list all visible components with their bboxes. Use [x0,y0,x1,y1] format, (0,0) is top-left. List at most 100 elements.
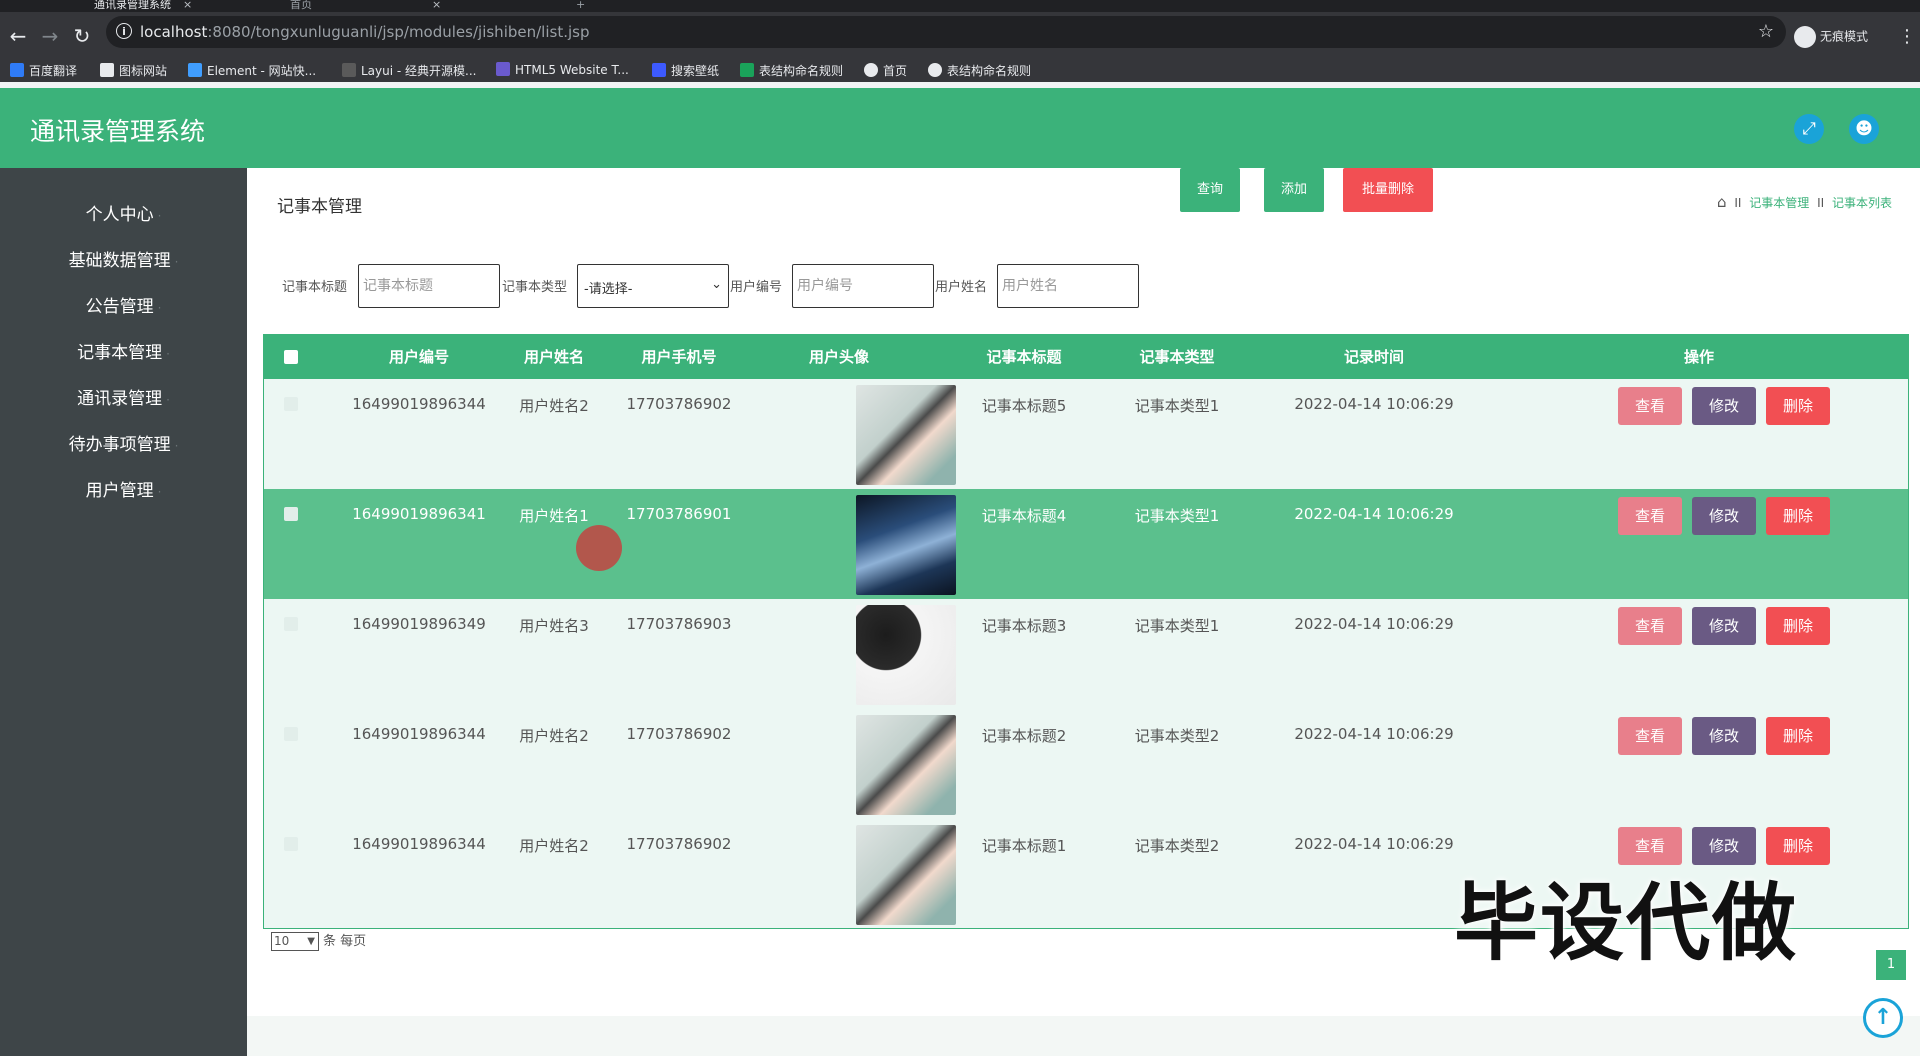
bookmark-item[interactable]: 表结构命名规则 [740,62,843,79]
bookmark-item[interactable]: 搜索壁纸 [652,62,719,79]
view-button[interactable]: 查看 [1618,497,1682,535]
cell-user-no: 16499019896344 [352,395,486,413]
bookmark-item[interactable]: HTML5 Website T... [496,62,629,77]
col-header[interactable]: 记事本类型 [1092,335,1262,379]
bookmark-item[interactable]: Element - 网站快... [188,62,316,79]
sidebar-item-announcements[interactable]: 公告管理 · [0,292,247,317]
delete-button[interactable]: 删除 [1766,607,1830,645]
bookmark-item[interactable]: 图标网站 [100,62,167,79]
cell-type: 记事本类型1 [1134,507,1220,525]
cell-time: 2022-04-14 10:06:29 [1294,505,1454,523]
row-checkbox[interactable] [284,507,298,521]
cell-phone: 17703786902 [626,725,732,743]
username-filter-input[interactable] [997,264,1139,308]
col-header[interactable]: 记录时间 [1274,335,1474,379]
page-number-button[interactable]: 1 [1876,950,1906,980]
fullscreen-icon[interactable]: ⤢ [1794,114,1824,144]
table-row[interactable]: 16499019896344 用户姓名2 17703786902 记事本标题2 … [264,709,1908,819]
delete-button[interactable]: 删除 [1766,387,1830,425]
cell-phone: 17703786902 [626,395,732,413]
col-header[interactable]: 用户手机号 [594,335,764,379]
incognito-icon [1794,26,1816,48]
cell-title: 记事本标题2 [981,727,1067,745]
sidebar-item-contacts[interactable]: 通讯录管理 · [0,384,247,409]
browser-menu-icon[interactable]: ⋮ [1898,26,1916,47]
bookmark-star-icon[interactable]: ☆ [1758,21,1774,42]
cell-title: 记事本标题3 [981,617,1067,635]
page-size-select[interactable]: 10 ▼ [271,932,319,951]
add-button[interactable]: 添加 [1264,168,1324,212]
sidebar-item-todo[interactable]: 待办事项管理 · [0,430,247,455]
edit-button[interactable]: 修改 [1692,607,1756,645]
back-to-top-icon[interactable]: ↑ [1863,998,1903,1038]
edit-button[interactable]: 修改 [1692,717,1756,755]
sidebar-item-personal-center[interactable]: 个人中心 · [0,200,247,225]
bookmark-item[interactable]: Layui - 经典开源模... [342,62,476,79]
breadcrumb-item[interactable]: 记事本列表 [1832,196,1892,210]
table-row[interactable]: 16499019896341 用户姓名1 17703786901 记事本标题4 … [264,489,1908,599]
table-row[interactable]: 16499019896344 用户姓名2 17703786902 记事本标题5 … [264,379,1908,489]
data-table: 用户编号 用户姓名 用户手机号 用户头像 记事本标题 记事本类型 记录时间 操作… [263,334,1909,929]
bookmark-item[interactable]: 百度翻译 [10,62,77,79]
view-button[interactable]: 查看 [1618,387,1682,425]
forward-arrow-icon[interactable]: → [40,26,60,46]
breadcrumb-item[interactable]: 记事本管理 [1749,196,1809,210]
col-header[interactable]: 用户编号 [334,335,504,379]
dot-icon: · [174,255,179,269]
address-bar[interactable]: i localhost:8080/tongxunluguanli/jsp/mod… [106,16,1786,48]
cell-user-no: 16499019896349 [352,615,486,633]
cell-user-no: 16499019896341 [352,505,486,523]
view-button[interactable]: 查看 [1618,717,1682,755]
type-filter-select[interactable]: -请选择- ⌄ [577,264,729,308]
edit-button[interactable]: 修改 [1692,497,1756,535]
new-tab-button[interactable]: + [576,0,585,12]
edit-button[interactable]: 修改 [1692,387,1756,425]
row-checkbox[interactable] [284,837,298,851]
home-icon[interactable]: ⌂ [1717,193,1727,211]
cell-title: 记事本标题1 [981,837,1067,855]
chevron-down-icon: ⌄ [711,277,722,292]
row-checkbox[interactable] [284,397,298,411]
sidebar-item-basic-data[interactable]: 基础数据管理 · [0,246,247,271]
col-header[interactable]: 记事本标题 [939,335,1109,379]
globe-icon [864,63,878,77]
dot-icon: · [174,439,179,453]
back-arrow-icon[interactable]: ← [8,26,28,46]
dot-icon: · [166,347,170,361]
title-filter-input[interactable] [358,264,500,308]
cell-phone: 17703786902 [626,835,732,853]
delete-button[interactable]: 删除 [1766,717,1830,755]
batch-delete-button[interactable]: 批量删除 [1343,168,1433,212]
delete-button[interactable]: 删除 [1766,497,1830,535]
dot-icon: · [157,485,162,499]
sidebar-item-notebook[interactable]: 记事本管理 · [0,338,247,363]
sidebar-item-users[interactable]: 用户管理 · [0,476,247,501]
row-checkbox[interactable] [284,727,298,741]
table-header: 用户编号 用户姓名 用户手机号 用户头像 记事本标题 记事本类型 记录时间 操作 [264,335,1908,379]
page-size-control: 10 ▼ 条 每页 [271,930,366,951]
select-value: -请选择- [584,282,633,297]
title-filter-label: 记事本标题 [282,280,348,295]
tab-close-icon[interactable]: × [183,0,192,11]
site-info-icon[interactable]: i [116,23,132,39]
user-icon[interactable]: ☻ [1849,114,1879,144]
bookmark-item[interactable]: 首页 [864,62,907,79]
table-row[interactable]: 16499019896349 用户姓名3 17703786903 记事本标题3 … [264,599,1908,709]
select-all-checkbox[interactable] [284,350,298,364]
view-button[interactable]: 查看 [1618,607,1682,645]
tab-home[interactable]: 首页 × [290,0,441,12]
search-button[interactable]: 查询 [1180,168,1240,212]
browser-toolbar: ← → ↻ i localhost:8080/tongxunluguanli/j… [0,12,1920,64]
type-filter-label: 记事本类型 [502,280,568,295]
breadcrumb-separator: II [1817,196,1825,210]
sidebar: 个人中心 · 基础数据管理 · 公告管理 · 记事本管理 · 通讯录管理 · 待办事项管理… [0,168,247,1056]
row-checkbox[interactable] [284,617,298,631]
incognito-profile-button[interactable]: 无痕模式 [1794,26,1868,48]
bookmark-item[interactable]: 表结构命名规则 [928,62,1031,79]
bookmarks-bar: 百度翻译 图标网站 Element - 网站快... Layui - 经典开源模… [0,58,1920,82]
tab-app[interactable]: 通讯录管理系统 × [94,0,192,12]
layui-icon [342,63,356,77]
reload-icon[interactable]: ↻ [72,26,92,46]
userno-filter-input[interactable] [792,264,934,308]
tab-close-icon[interactable]: × [432,0,441,11]
